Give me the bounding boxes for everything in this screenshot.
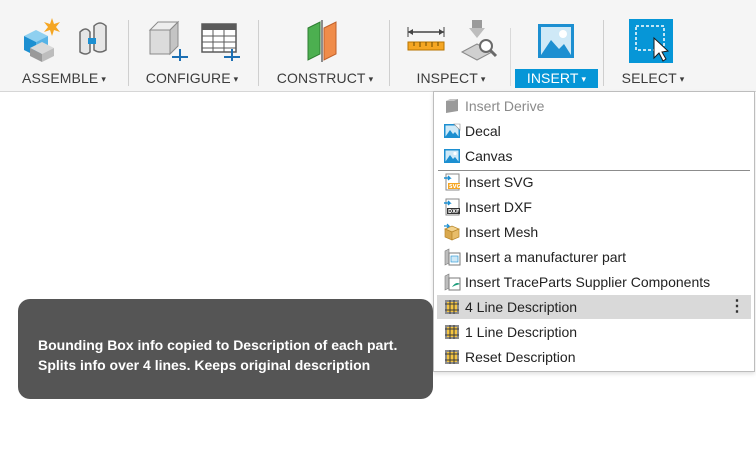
menu-item-label: Insert DXF — [465, 199, 532, 215]
assemble-new-component-icon[interactable] — [18, 18, 64, 64]
script-addin-icon — [443, 298, 461, 316]
assemble-label: ASSEMBLE — [22, 70, 99, 86]
canvas-icon — [443, 147, 461, 165]
insert-label: INSERT — [526, 70, 579, 86]
select-menu-button[interactable]: SELECT ▾ — [610, 69, 696, 88]
menu-item-label: Insert TraceParts Supplier Components — [465, 274, 711, 290]
menu-item-insert-mesh[interactable]: Insert Mesh — [437, 220, 751, 244]
menu-item-reset-description[interactable]: Reset Description — [437, 345, 751, 369]
construct-plane-icon[interactable] — [302, 18, 348, 64]
select-label: SELECT — [621, 70, 677, 86]
configure-table-icon[interactable] — [196, 18, 242, 64]
menu-item-label: Canvas — [465, 148, 513, 164]
tooltip-text: Bounding Box info copied to Description … — [38, 337, 398, 373]
configure-menu-button[interactable]: CONFIGURE ▾ — [136, 69, 248, 88]
construct-label: CONSTRUCT — [276, 70, 366, 86]
chevron-down-icon: ▾ — [368, 74, 374, 84]
tooltip: Bounding Box info copied to Description … — [18, 299, 433, 399]
select-group: SELECT ▾ — [610, 0, 696, 91]
menu-item-traceparts[interactable]: Insert TraceParts Supplier Components — [437, 270, 751, 294]
insert-dxf-icon: DXF — [443, 198, 461, 216]
menu-item-manufacturer-part[interactable]: Insert a manufacturer part — [437, 245, 751, 269]
configure-parameter-icon[interactable] — [144, 18, 190, 64]
inspect-label: INSPECT — [416, 70, 478, 86]
menu-item-insert-derive[interactable]: Insert Derive — [437, 94, 751, 118]
group-separator — [389, 20, 390, 86]
menu-item-label: Reset Description — [465, 349, 576, 365]
menu-item-label: 1 Line Description — [465, 324, 578, 340]
script-addin-icon — [443, 348, 461, 366]
insert-group: INSERT ▾ — [515, 0, 598, 91]
construct-group: CONSTRUCT ▾ — [268, 0, 382, 91]
menu-item-4-line-description[interactable]: 4 Line Description ⋮ — [437, 295, 751, 319]
script-addin-icon — [443, 323, 461, 341]
svg-text:DXF: DXF — [448, 209, 459, 215]
chevron-down-icon: ▾ — [679, 74, 685, 84]
chevron-down-icon: ▾ — [480, 74, 486, 84]
traceparts-icon — [443, 273, 461, 291]
assemble-group: ASSEMBLE ▾ — [8, 0, 120, 91]
insert-image-icon[interactable] — [534, 18, 580, 64]
configure-label: CONFIGURE — [145, 70, 231, 86]
chevron-down-icon: ▾ — [581, 74, 587, 84]
insert-mesh-icon — [443, 223, 461, 241]
menu-item-insert-dxf[interactable]: DXF Insert DXF — [437, 195, 751, 219]
group-separator — [128, 20, 129, 86]
manufacturer-part-icon — [443, 248, 461, 266]
menu-item-canvas[interactable]: Canvas — [437, 144, 751, 168]
menu-item-1-line-description[interactable]: 1 Line Description — [437, 320, 751, 344]
group-separator — [258, 20, 259, 86]
insert-dropdown-menu: Insert Derive Decal Canvas SVG Insert SV… — [433, 91, 755, 372]
menu-item-label: Decal — [465, 123, 501, 139]
inspect-interference-icon[interactable] — [456, 18, 502, 64]
insert-menu-button[interactable]: INSERT ▾ — [515, 69, 598, 88]
group-separator — [510, 28, 511, 86]
chevron-down-icon: ▾ — [233, 74, 239, 84]
svg-text:SVG: SVG — [449, 184, 461, 190]
toolbar: ASSEMBLE ▾ CONFIGURE ▾ CONSTRUCT ▾ INSPE… — [0, 0, 756, 92]
menu-item-label: Insert SVG — [465, 174, 534, 190]
insert-derive-icon — [443, 97, 461, 115]
menu-item-label: Insert Mesh — [465, 224, 539, 240]
measure-ruler-icon[interactable] — [404, 18, 450, 64]
configure-group: CONFIGURE ▾ — [136, 0, 248, 91]
menu-item-label: Insert Derive — [465, 98, 545, 114]
menu-item-insert-svg[interactable]: SVG Insert SVG — [437, 170, 751, 194]
chevron-down-icon: ▾ — [101, 74, 106, 84]
menu-item-label: Insert a manufacturer part — [465, 249, 627, 265]
more-options-icon[interactable]: ⋮ — [729, 295, 745, 319]
insert-svg-icon: SVG — [443, 173, 461, 191]
assemble-menu-button[interactable]: ASSEMBLE ▾ — [8, 69, 120, 88]
decal-icon — [443, 122, 461, 140]
joint-icon[interactable] — [70, 18, 116, 64]
construct-menu-button[interactable]: CONSTRUCT ▾ — [268, 69, 382, 88]
menu-item-label: 4 Line Description — [465, 299, 578, 315]
group-separator — [603, 20, 604, 86]
inspect-menu-button[interactable]: INSPECT ▾ — [398, 69, 504, 88]
menu-item-decal[interactable]: Decal — [437, 119, 751, 143]
inspect-group: INSPECT ▾ — [398, 0, 504, 91]
select-window-icon[interactable] — [628, 18, 674, 64]
